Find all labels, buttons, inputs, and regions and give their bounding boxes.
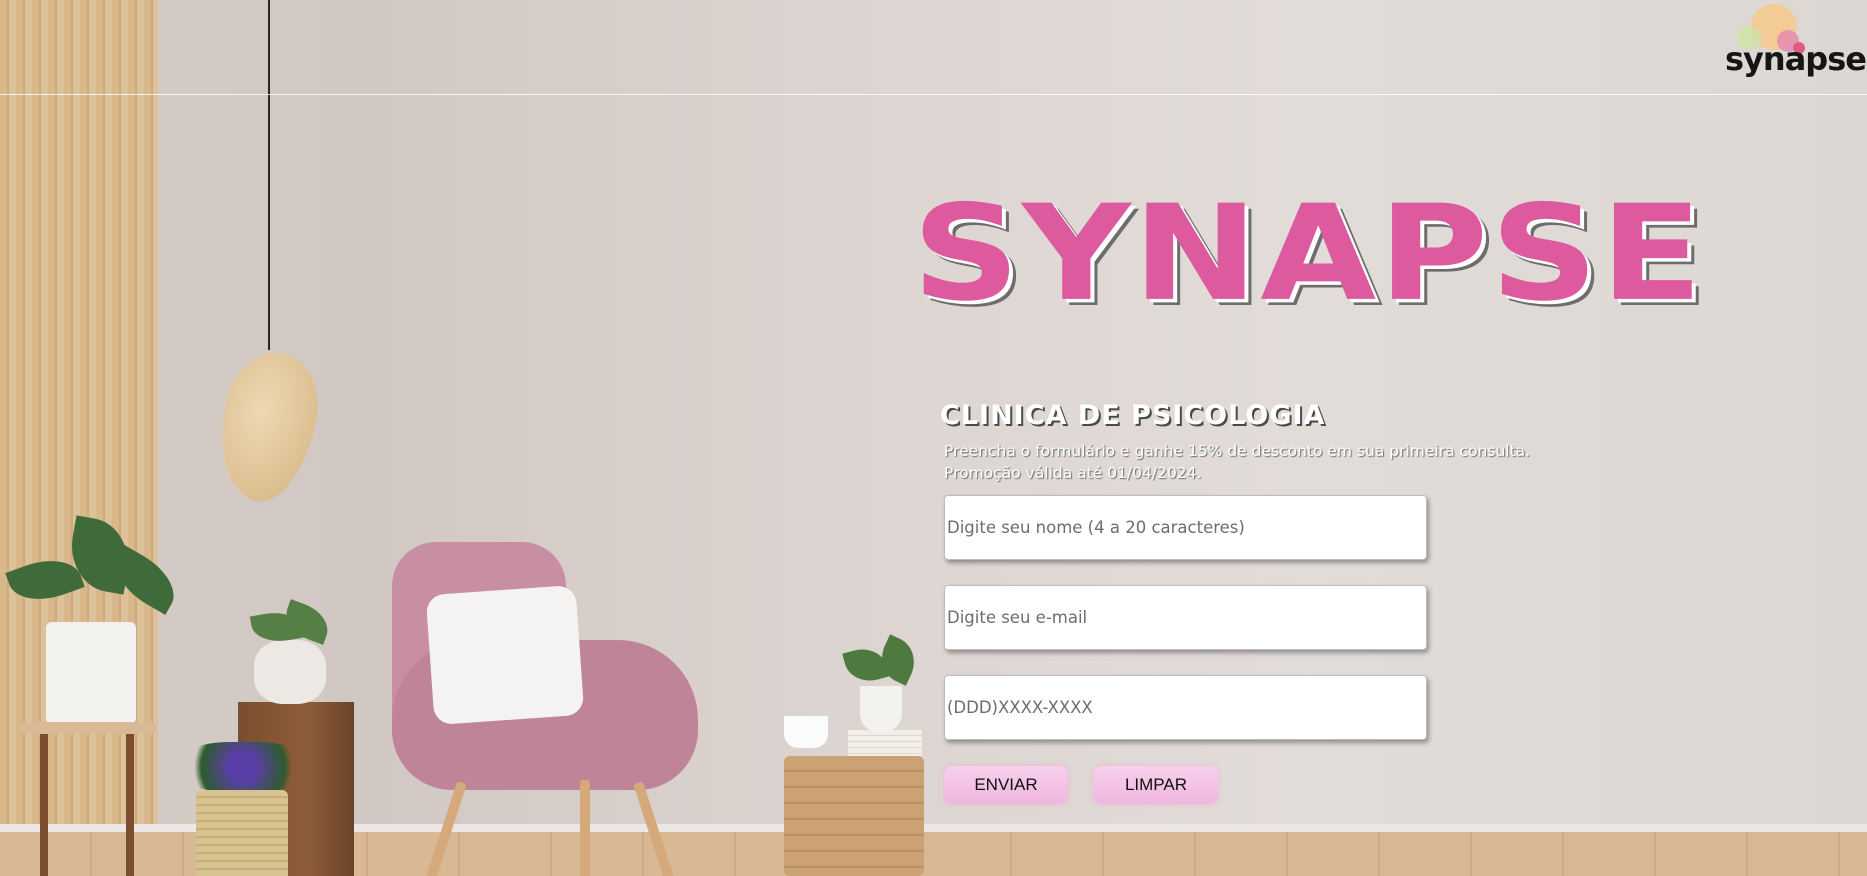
white-plant-pot [46,622,136,724]
synapse-logo[interactable]: synapse [1707,4,1867,82]
textured-pot [254,640,326,704]
book-stack [848,730,922,756]
small-white-pot [860,686,902,732]
pendant-lamp [207,344,329,510]
purple-flowers [178,742,308,792]
coffee-cup [784,716,828,748]
stool-leg [126,734,134,876]
clear-button[interactable]: LIMPAR [1094,766,1218,804]
chair-leg [580,780,590,876]
promo-line: Preencha o formulário e ganhe 15% de des… [944,442,1531,460]
submit-button[interactable]: ENVIAR [944,766,1068,804]
logo-text: synapse [1725,40,1867,78]
stool-leg [40,734,48,876]
stool-top [20,722,156,734]
wooden-side-table [784,756,924,876]
lamp-cord [268,0,270,350]
section-subtitle: CLINICA DE PSICOLOGIA [940,400,1326,431]
wicker-basket [196,790,288,876]
brand-title: SYNAPSE [912,177,1705,331]
white-pillow [425,584,585,726]
phone-input[interactable] [944,675,1427,740]
promo-text: Preencha o formulário e ganhe 15% de des… [944,440,1584,484]
email-input[interactable] [944,585,1427,650]
promo-line: Promoção válida até 01/04/2024. [944,464,1202,482]
name-input[interactable] [944,495,1427,560]
header-divider [0,94,1867,95]
background-room-image [0,0,1867,876]
